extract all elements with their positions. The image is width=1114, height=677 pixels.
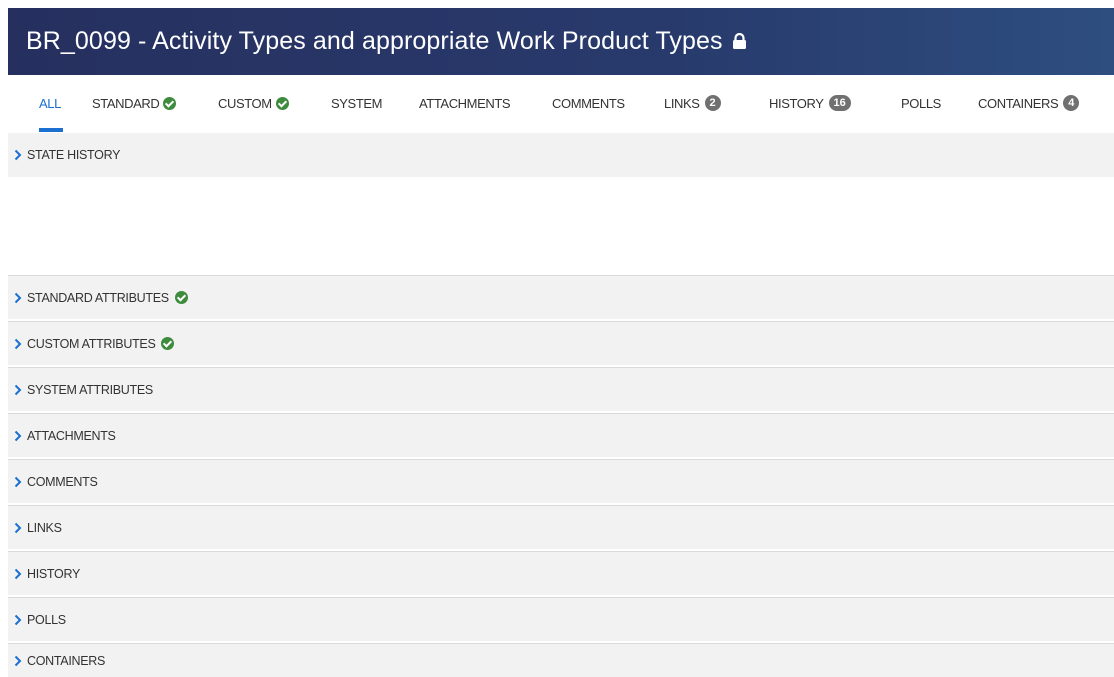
- section-standard-attributes[interactable]: STANDARD ATTRIBUTES: [8, 275, 1114, 319]
- chevron-right-icon: [14, 522, 22, 534]
- tab-label: SYSTEM: [331, 95, 383, 111]
- history-count-badge: 16: [828, 95, 851, 111]
- section-label: STANDARD ATTRIBUTES: [27, 290, 169, 305]
- section-label: LINKS: [27, 520, 62, 535]
- page-title: BR_0099 - Activity Types and appropriate…: [26, 27, 723, 55]
- tab-label: COMMENTS: [552, 95, 625, 111]
- tab-label: ATTACHMENTS: [419, 95, 511, 111]
- section-state-history[interactable]: STATE HISTORY: [8, 133, 1114, 177]
- tab-label: POLLS: [901, 95, 941, 111]
- chevron-right-icon: [14, 338, 22, 350]
- chevron-right-icon: [14, 384, 22, 396]
- section-label: SYSTEM ATTRIBUTES: [27, 382, 153, 397]
- chevron-right-icon: [14, 655, 22, 667]
- tab-polls[interactable]: POLLS: [901, 93, 941, 113]
- section-links[interactable]: LINKS: [8, 505, 1114, 549]
- tab-history[interactable]: HISTORY 16: [769, 93, 851, 113]
- page-header: BR_0099 - Activity Types and appropriate…: [8, 0, 1114, 75]
- active-tab-indicator: [39, 128, 63, 132]
- tab-label: ALL: [39, 95, 61, 111]
- section-label: CONTAINERS: [27, 653, 106, 668]
- chevron-right-icon: [14, 430, 22, 442]
- check-circle-icon: [275, 96, 289, 110]
- tab-label: STANDARD: [92, 95, 160, 111]
- tab-containers[interactable]: CONTAINERS 4: [978, 93, 1080, 113]
- section-attachments[interactable]: ATTACHMENTS: [8, 413, 1114, 457]
- section-history[interactable]: HISTORY: [8, 551, 1114, 595]
- section-label: STATE HISTORY: [27, 148, 121, 162]
- check-circle-icon: [163, 96, 177, 110]
- chevron-right-icon: [14, 568, 22, 580]
- tab-custom[interactable]: CUSTOM: [218, 93, 289, 113]
- chevron-right-icon: [14, 476, 22, 488]
- section-containers[interactable]: CONTAINERS: [8, 643, 1114, 677]
- section-label: COMMENTS: [27, 474, 98, 489]
- tab-attachments[interactable]: ATTACHMENTS: [419, 93, 511, 113]
- tab-comments[interactable]: COMMENTS: [552, 93, 625, 113]
- tab-label: LINKS: [664, 95, 700, 111]
- tab-system[interactable]: SYSTEM: [331, 93, 382, 113]
- section-label: CUSTOM ATTRIBUTES: [27, 336, 156, 351]
- section-label: POLLS: [27, 612, 66, 627]
- tab-label: CUSTOM: [218, 95, 272, 111]
- tab-label: HISTORY: [769, 95, 824, 111]
- containers-count-badge: 4: [1063, 95, 1080, 111]
- section-comments[interactable]: COMMENTS: [8, 459, 1114, 503]
- section-custom-attributes[interactable]: CUSTOM ATTRIBUTES: [8, 321, 1114, 365]
- tab-standard[interactable]: STANDARD: [92, 93, 177, 113]
- lock-icon: [732, 33, 747, 50]
- chevron-right-icon: [14, 149, 22, 161]
- section-label: ATTACHMENTS: [27, 428, 116, 443]
- chevron-right-icon: [14, 292, 22, 304]
- links-count-badge: 2: [704, 95, 721, 111]
- tab-links[interactable]: LINKS 2: [664, 93, 721, 113]
- tab-all[interactable]: ALL: [39, 93, 63, 132]
- tab-bar: ALL STANDARD CUSTOM SYSTEM ATTACHMENTS C…: [8, 75, 1114, 132]
- section-polls[interactable]: POLLS: [8, 597, 1114, 641]
- chevron-right-icon: [14, 614, 22, 626]
- section-label: HISTORY: [27, 566, 81, 581]
- section-system-attributes[interactable]: SYSTEM ATTRIBUTES: [8, 367, 1114, 411]
- tab-label: CONTAINERS: [978, 95, 1059, 111]
- check-circle-icon: [161, 337, 175, 350]
- check-circle-icon: [174, 291, 188, 304]
